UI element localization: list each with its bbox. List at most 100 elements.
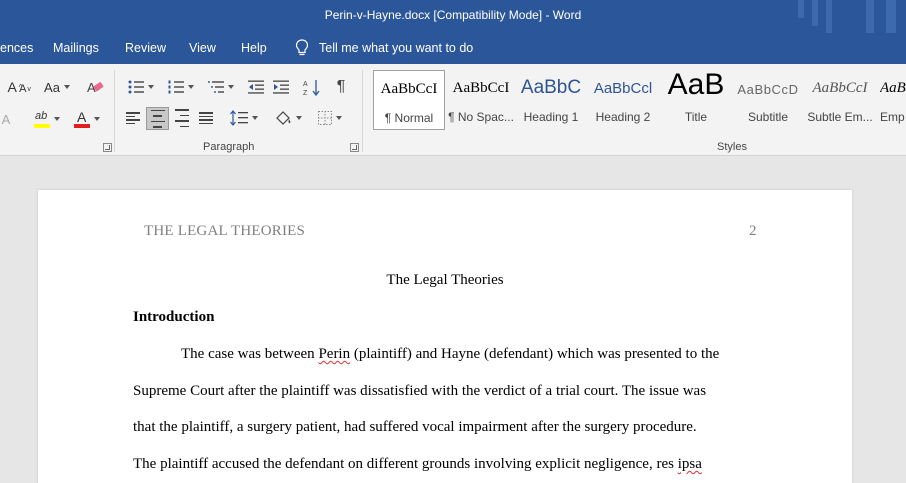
multilevel-list-icon	[208, 81, 224, 93]
decrease-indent-button[interactable]	[245, 77, 267, 97]
increase-indent-button[interactable]	[270, 77, 292, 97]
document-area: THE LEGAL THEORIES 2 The Legal Theories …	[0, 157, 906, 483]
style-name: Heading 2	[595, 110, 651, 124]
shading-button[interactable]	[270, 107, 306, 129]
title-bar: Perin-v-Hayne.docx [Compatibility Mode] …	[0, 0, 906, 33]
style-preview: AaB	[880, 80, 906, 96]
text-run: (plaintiff) and Hayne (defendant) which …	[350, 346, 720, 362]
style-preview: AaBbC	[520, 77, 582, 98]
style-subtle-emphasis[interactable]: AaBbCcI Subtle Em...	[804, 70, 876, 130]
shrink-font-button[interactable]: Av	[14, 80, 36, 98]
highlighter-icon: ab	[34, 110, 50, 128]
title-bar-decoration	[812, 0, 818, 26]
justify-icon	[199, 110, 213, 126]
paragraph-dialog-launcher[interactable]	[350, 143, 359, 152]
line-spacing-icon	[230, 110, 248, 126]
sort-icon: A Z	[303, 80, 320, 96]
paragraph-line: The plaintiff accused the defendant on d…	[133, 456, 702, 473]
align-left-icon	[126, 110, 140, 126]
style-no-spacing[interactable]: AaBbCcI ¶ No Spac...	[445, 70, 517, 130]
style-emphasis[interactable]: AaB Emp	[876, 70, 906, 130]
paint-bucket-icon	[276, 111, 291, 125]
bullets-button[interactable]	[122, 77, 160, 97]
change-case-button[interactable]: Aa	[40, 77, 74, 97]
font-dialog-launcher[interactable]	[103, 143, 112, 152]
increase-indent-icon	[273, 80, 289, 94]
font-color-icon: A	[74, 109, 90, 128]
style-preview: AaBbCcD	[737, 82, 799, 97]
align-right-button[interactable]	[171, 107, 193, 129]
title-bar-decoration	[826, 0, 832, 33]
clear-formatting-icon: A	[87, 80, 104, 95]
pilcrow-icon: ¶	[336, 78, 346, 95]
style-preview: AaBbCcI	[452, 80, 510, 96]
font-color-bar	[74, 124, 90, 128]
numbering-button[interactable]	[162, 77, 200, 97]
misspelled-word[interactable]: ipsa	[678, 456, 702, 472]
styles-group-label: Styles	[717, 141, 747, 153]
style-preview: AaB	[667, 70, 725, 101]
style-name: Heading 1	[523, 110, 579, 124]
sort-button[interactable]: A Z	[300, 76, 324, 98]
svg-text:Z: Z	[303, 90, 308, 96]
align-left-button[interactable]	[122, 107, 144, 129]
document-page[interactable]: THE LEGAL THEORIES 2 The Legal Theories …	[38, 190, 852, 483]
misspelled-word[interactable]: Perin	[318, 346, 350, 362]
align-right-icon	[175, 107, 189, 129]
style-name: Title	[684, 110, 708, 124]
style-preview: AaBbCcI	[380, 81, 438, 97]
style-heading-2[interactable]: AaBbCcl Heading 2	[587, 70, 659, 130]
paragraph-line: that the plaintiff, a surgery patient, h…	[133, 419, 697, 435]
highlight-color-bar	[34, 124, 50, 128]
change-case-label: Aa	[44, 79, 60, 95]
paragraph-line: The case was between Perin (plaintiff) a…	[181, 346, 719, 363]
justify-button[interactable]	[195, 107, 217, 129]
lightbulb-icon	[295, 39, 309, 56]
tell-me-text: Tell me what you want to do	[319, 41, 474, 55]
group-separator	[114, 70, 115, 152]
font-color-label: A	[77, 109, 87, 125]
style-subtitle[interactable]: AaBbCcD Subtitle	[732, 70, 804, 130]
running-header: THE LEGAL THEORIES	[144, 223, 306, 239]
group-separator	[362, 70, 363, 152]
style-preview: AaBbCcl	[593, 80, 653, 97]
style-normal[interactable]: AaBbCcI ¶ Normal	[373, 70, 445, 130]
tab-view[interactable]: View	[189, 41, 216, 55]
tab-references[interactable]: ences	[0, 41, 33, 55]
paragraph-line: Supreme Court after the plaintiff was di…	[133, 383, 707, 399]
align-center-button[interactable]	[146, 107, 169, 130]
tab-help[interactable]: Help	[241, 41, 267, 55]
style-name: Subtitle	[747, 110, 789, 124]
highlight-button[interactable]: ab	[30, 108, 64, 130]
tell-me-box[interactable]: Tell me what you want to do	[295, 39, 473, 57]
clear-formatting-button[interactable]: A	[84, 77, 106, 97]
paragraph-group-label: Paragraph	[203, 141, 255, 153]
shrink-font-label: A	[19, 83, 27, 95]
tab-mailings[interactable]: Mailings	[53, 41, 99, 55]
text-run: The plaintiff accused the defendant on d…	[133, 456, 678, 472]
style-name: Subtle Em...	[807, 110, 873, 124]
styles-gallery: AaBbCcI ¶ Normal AaBbCcI ¶ No Spac... Aa…	[370, 70, 906, 132]
align-center-icon	[150, 108, 165, 130]
ribbon-tabs: ences Mailings Review View Help Tell me …	[0, 33, 906, 64]
section-heading: Introduction	[133, 309, 215, 325]
title-bar-decoration	[886, 0, 896, 33]
text-effects-button[interactable]: A	[0, 109, 12, 129]
font-color-button[interactable]: A	[70, 108, 104, 130]
style-name: ¶ Normal	[384, 111, 434, 125]
multilevel-list-button[interactable]	[202, 77, 240, 97]
line-spacing-button[interactable]	[226, 107, 262, 129]
borders-icon	[318, 111, 332, 125]
highlight-label: ab	[35, 110, 48, 122]
numbering-icon	[168, 80, 184, 94]
style-title[interactable]: AaB Title	[660, 70, 732, 130]
borders-button[interactable]	[312, 107, 348, 129]
title-bar-decoration	[798, 0, 804, 18]
show-formatting-marks-button[interactable]: ¶	[330, 76, 352, 98]
style-name: Emp	[880, 110, 905, 124]
tab-review[interactable]: Review	[125, 41, 166, 55]
style-name: ¶ No Spac...	[448, 110, 514, 124]
decrease-indent-icon	[248, 80, 264, 94]
window-title: Perin-v-Hayne.docx [Compatibility Mode] …	[324, 8, 582, 22]
style-heading-1[interactable]: AaBbC Heading 1	[515, 70, 587, 130]
